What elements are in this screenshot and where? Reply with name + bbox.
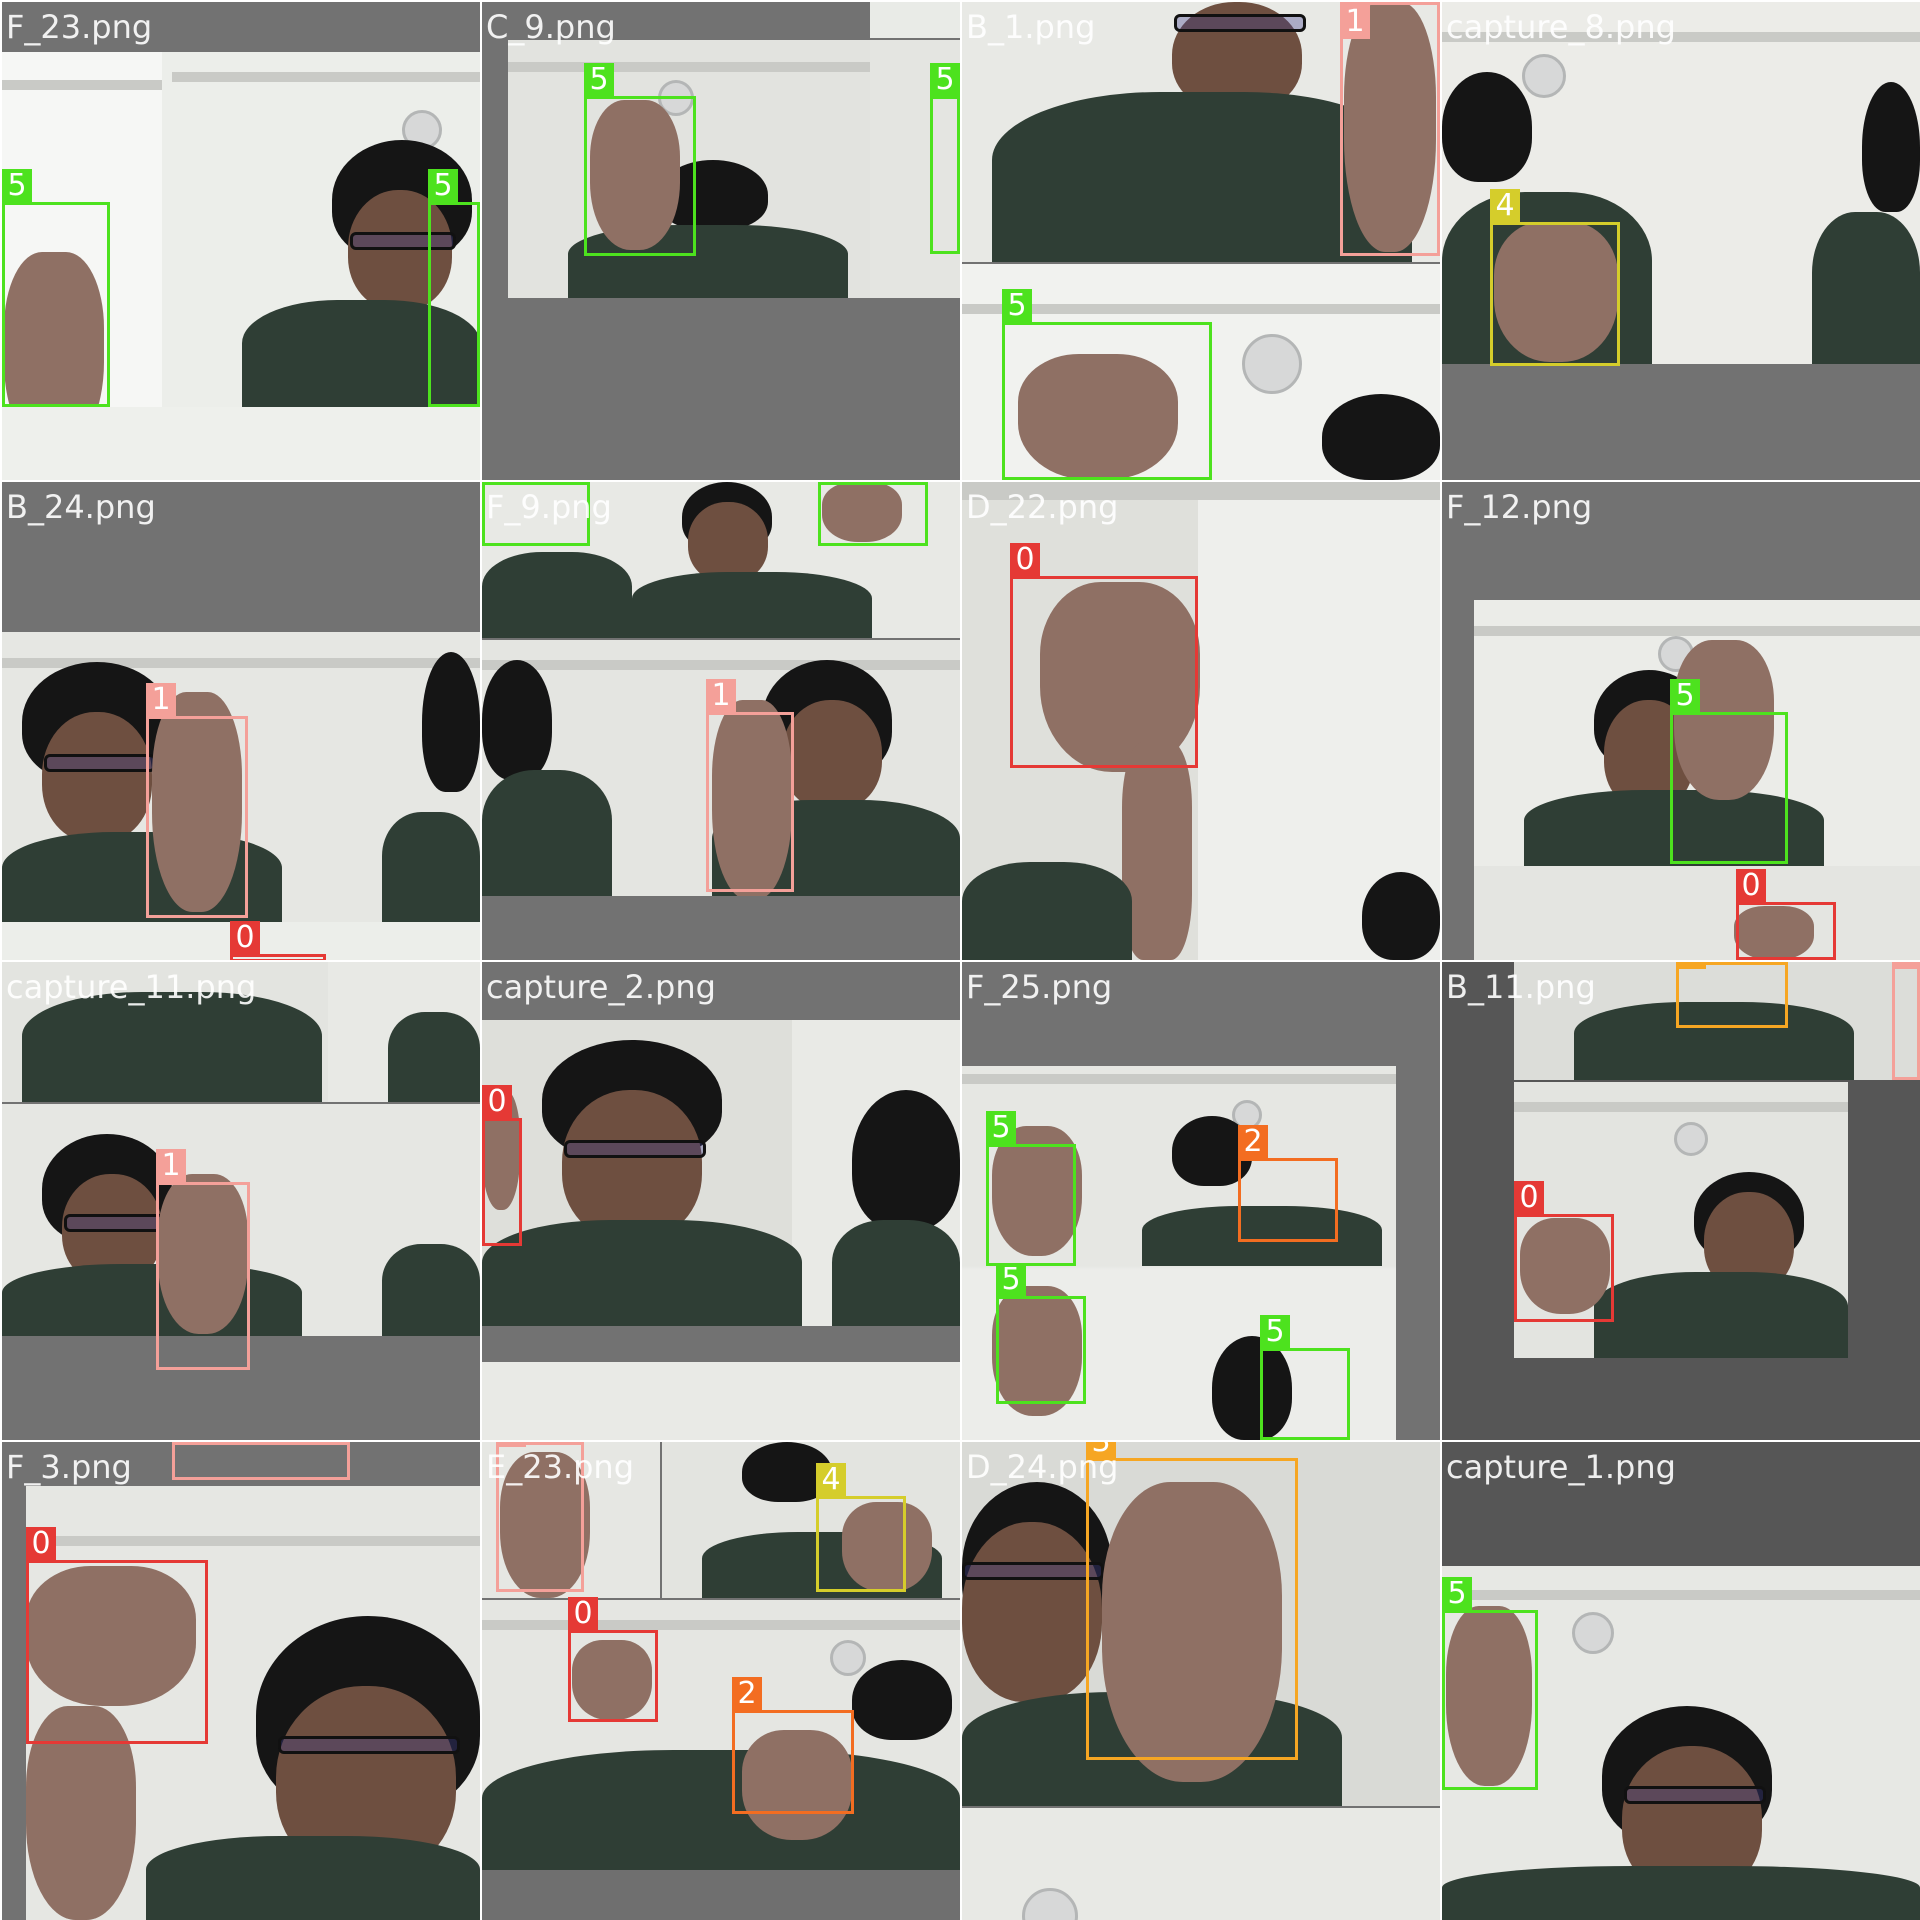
class-tag: 5: [996, 1263, 1026, 1297]
tile-filename: F_23.png: [6, 8, 153, 46]
photo: [482, 1020, 960, 1326]
tile-6: F_9.png 5 5 1: [482, 482, 960, 960]
class-tag: 1: [1340, 5, 1370, 39]
detection-box: 0: [1736, 869, 1836, 960]
tile-filename: F_12.png: [1446, 488, 1593, 526]
class-tag: 4: [816, 1463, 846, 1497]
tile-filename: F_9.png: [486, 488, 612, 526]
class-tag: 5: [986, 1111, 1016, 1145]
tile-12: B_11.png 3 1 0: [1442, 962, 1920, 1440]
detection-box: 5: [1670, 679, 1788, 864]
detection-box: 0: [1514, 1181, 1614, 1322]
tile-3: B_1.png 1 5: [962, 2, 1440, 480]
tile-1: F_23.png 5 5: [2, 2, 480, 480]
detection-box: 5: [1002, 289, 1212, 480]
class-tag: 5: [584, 63, 614, 97]
class-tag: 4: [1490, 189, 1520, 223]
detection-box: 2: [732, 1677, 854, 1814]
detection-box: 5: [986, 1111, 1076, 1266]
tile-16: capture_1.png 5: [1442, 1442, 1920, 1920]
detection-box: 0: [26, 1527, 208, 1744]
detection-box: 1: [146, 683, 248, 918]
detection-box: 4: [816, 1463, 906, 1592]
tile-filename: B_24.png: [6, 488, 156, 526]
detection-box: 0: [568, 1597, 658, 1722]
class-tag: 0: [568, 1597, 598, 1631]
class-tag: 1: [156, 1149, 186, 1183]
detection-box: 5: [996, 1263, 1086, 1404]
tile-13: F_3.png 1 0: [2, 1442, 480, 1920]
tile-filename: B_11.png: [1446, 968, 1596, 1006]
class-tag: 1: [172, 1442, 202, 1443]
detection-box: 1: [1892, 962, 1920, 1080]
detection-box: 5: [428, 169, 480, 407]
class-tag: 5: [818, 482, 848, 485]
detection-box: 2: [1238, 1125, 1338, 1242]
class-tag: 0: [482, 1085, 512, 1119]
detection-box: 3: [1676, 962, 1788, 1028]
tile-filename: capture_1.png: [1446, 1448, 1676, 1486]
tile-4: capture_8.png 4: [1442, 2, 1920, 480]
tile-9: capture_11.png 1: [2, 962, 480, 1440]
class-tag: 5: [1002, 289, 1032, 323]
detection-box: 5: [584, 63, 696, 256]
detection-box: 5: [1442, 1577, 1538, 1790]
tile-filename: E_23.png: [486, 1448, 635, 1486]
class-tag: 0: [26, 1527, 56, 1561]
tile-2: C_9.png 5 5: [482, 2, 960, 480]
class-tag: 5: [2, 169, 32, 203]
tile-filename: capture_11.png: [6, 968, 257, 1006]
augmented-mosaic-grid: F_23.png 5 5 C_9.png 5 5 B_1.png 1 5 cap…: [0, 0, 1920, 1920]
class-tag: 5: [1670, 679, 1700, 713]
tile-8: F_12.png 5 0: [1442, 482, 1920, 960]
tile-7: D_22.png 0: [962, 482, 1440, 960]
tile-15: D_24.png 3: [962, 1442, 1440, 1920]
tile-filename: capture_2.png: [486, 968, 716, 1006]
class-tag: 0: [1514, 1181, 1544, 1215]
tile-11: F_25.png 5 2 5 5: [962, 962, 1440, 1440]
detection-box: 1: [172, 1442, 350, 1480]
detection-box: 1: [1340, 2, 1440, 256]
class-tag: 5: [930, 63, 960, 97]
detection-box: 0: [230, 921, 326, 960]
detection-box: 5: [2, 169, 110, 407]
tile-filename: D_24.png: [966, 1448, 1119, 1486]
class-tag: 3: [1676, 962, 1706, 969]
detection-box: 3: [1086, 1442, 1298, 1760]
class-tag: 0: [1010, 543, 1040, 577]
class-tag: 1: [496, 1442, 526, 1447]
tile-10: capture_2.png 0: [482, 962, 960, 1440]
tile-filename: capture_8.png: [1446, 8, 1676, 46]
detection-box: 4: [1490, 189, 1620, 366]
tile-filename: C_9.png: [486, 8, 616, 46]
detection-box: 5: [818, 482, 928, 546]
class-tag: 1: [1892, 962, 1920, 969]
detection-box: 1: [156, 1149, 250, 1370]
class-tag: 2: [1238, 1125, 1268, 1159]
detection-box: 0: [482, 1085, 522, 1246]
detection-box: 5: [1260, 1315, 1350, 1440]
class-tag: 0: [1736, 869, 1766, 903]
tile-filename: D_22.png: [966, 488, 1119, 526]
class-tag: 5: [482, 482, 512, 485]
tile-14: E_23.png 1 4 0 2: [482, 1442, 960, 1920]
tile-filename: F_3.png: [6, 1448, 132, 1486]
class-tag: 5: [1260, 1315, 1290, 1349]
class-tag: 2: [732, 1677, 762, 1711]
class-tag: 5: [428, 169, 458, 203]
tile-5: B_24.png 1 0: [2, 482, 480, 960]
tile-filename: F_25.png: [966, 968, 1113, 1006]
class-tag: 0: [230, 921, 260, 955]
detection-box: 0: [1010, 543, 1198, 768]
class-tag: 1: [146, 683, 176, 717]
class-tag: 1: [706, 679, 736, 713]
class-tag: 5: [1442, 1577, 1472, 1611]
detection-box: 5: [930, 63, 960, 254]
detection-box: 1: [706, 679, 794, 892]
tile-filename: B_1.png: [966, 8, 1096, 46]
